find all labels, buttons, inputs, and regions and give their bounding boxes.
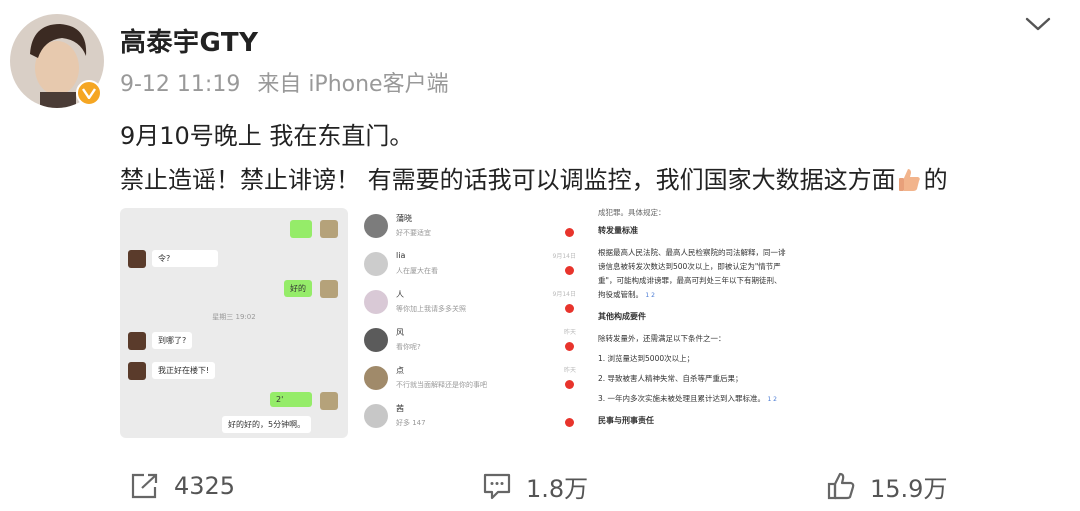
list-time: 昨天 [563, 367, 576, 374]
list-avatar [364, 328, 388, 352]
law-heading: 其他构成要件 [598, 312, 646, 321]
law-text: 拘役或管制。 1 2 [598, 288, 808, 302]
law-list-item: 3. 一年内多次实施未被处理且累计达到入罪标准。 1 2 [598, 392, 808, 406]
list-preview: 等你加上我请多多关照 [396, 305, 466, 313]
unread-dot [565, 304, 574, 313]
law-text: 谤信息被转发次数达到500次以上，即被认定为"情节严 [598, 262, 781, 271]
law-text: 根据最高人民法院、最高人民检察院的司法解释，同一诽 [598, 248, 786, 257]
list-item: 人 等你加上我请多多关照 9月14日 [356, 284, 582, 322]
list-item: lia 人在厦大在看 9月14日 [356, 246, 582, 284]
verified-badge-icon [76, 80, 102, 106]
unread-dot [565, 418, 574, 427]
post-text-tail: 的 [923, 166, 948, 194]
list-time: 9月14日 [552, 291, 576, 298]
list-item: 茜 好多 147 [356, 398, 582, 436]
unread-dot [565, 380, 574, 389]
repost-count: 4325 [174, 472, 236, 500]
list-item: 风 看你呢? 昨天 [356, 322, 582, 360]
chat-avatar-me [320, 220, 338, 238]
law-heading: 民事与刑事责任 [598, 416, 654, 425]
chat-message: 我正好在楼下! [152, 362, 216, 379]
list-avatar [364, 290, 388, 314]
chat-avatar-other [128, 362, 146, 380]
unread-dot [565, 228, 574, 237]
list-preview: 好不要适宜 [396, 229, 431, 237]
post-source: 来自 iPhone客户端 [257, 72, 449, 97]
username[interactable]: 高泰宇GTY [120, 22, 258, 59]
chat-message: 好的 [284, 280, 312, 297]
comment-count: 1.8万 [526, 474, 589, 503]
like-count: 15.9万 [870, 474, 948, 503]
list-avatar [364, 252, 388, 276]
list-name: lia [396, 251, 406, 260]
chat-sticker [290, 220, 312, 238]
list-name: 点 [396, 366, 404, 375]
law-heading: 转发量标准 [598, 226, 638, 235]
action-bar: 4325 1.8万 15.9万 [0, 466, 1080, 506]
post-text-line2: 禁止造谣！禁止诽谤！ 有需要的话我可以调监控，我们国家大数据这方面的 [120, 160, 948, 195]
list-item: 点 不行就当面解释还是你的事吧 昨天 [356, 360, 582, 398]
chat-timestamp: 星期三 19:02 [212, 313, 256, 321]
list-time: 昨天 [563, 329, 576, 336]
unread-dot [565, 342, 574, 351]
list-avatar [364, 214, 388, 238]
list-time: 9月14日 [552, 253, 576, 260]
law-list-item: 2. 导致被害人精神失常、自杀等严重后果； [598, 374, 743, 383]
law-text: 成犯罪。具体规定： [598, 208, 666, 217]
like-button[interactable]: 15.9万 [826, 466, 947, 506]
chat-message: 令? [152, 250, 218, 267]
chevron-down-icon[interactable] [1024, 14, 1052, 34]
list-avatar [364, 366, 388, 390]
image-message-list[interactable]: 蒲晓 好不要适宜 lia 人在厦大在看 9月14日 人 等你加上我请多多关照 9… [356, 208, 582, 438]
thumbs-up-icon [826, 471, 856, 501]
post-text-line1: 9月10号晚上 我在东直门。 [120, 122, 414, 150]
post-meta: 9-12 11:19 来自 iPhone客户端 [120, 66, 449, 98]
law-text: 重"，可能构成诽谤罪，最高可判处三年以下有期徒刑、 [598, 276, 782, 285]
post-text-main: 禁止造谣！禁止诽谤！ 有需要的话我可以调监控，我们国家大数据这方面 [120, 166, 896, 194]
list-name: 茜 [396, 404, 404, 413]
chat-avatar-other [128, 332, 146, 350]
list-item: 蒲晓 好不要适宜 [356, 208, 582, 246]
post-time[interactable]: 9-12 11:19 [120, 72, 240, 97]
repost-button[interactable]: 4325 [130, 466, 235, 506]
law-reference: 1 2 [767, 396, 777, 403]
law-list-text: 3. 一年内多次实施未被处理且累计达到入罪标准。 [598, 394, 766, 403]
image-chat-screenshot[interactable]: 令? 好的 星期三 19:02 到哪了? 我正好在楼下! 2' 好的好的，5分钟… [120, 208, 348, 438]
comment-button[interactable]: 1.8万 [482, 466, 588, 506]
law-text: 除转发量外，还需满足以下条件之一： [598, 334, 726, 343]
chat-message: 2' [270, 392, 312, 407]
list-name: 风 [396, 328, 404, 337]
list-name: 蒲晓 [396, 214, 412, 223]
list-preview: 不行就当面解释还是你的事吧 [396, 381, 487, 389]
image-legal-text[interactable]: 成犯罪。具体规定： 转发量标准 根据最高人民法院、最高人民检察院的司法解释，同一… [590, 208, 816, 438]
chat-avatar-me [320, 392, 338, 410]
law-reference: 1 2 [645, 292, 655, 299]
list-preview: 看你呢? [396, 343, 421, 351]
chat-message: 到哪了? [152, 332, 193, 349]
list-preview: 好多 147 [396, 419, 426, 427]
comment-icon [482, 472, 512, 500]
list-preview: 人在厦大在看 [396, 267, 438, 275]
list-name: 人 [396, 290, 404, 299]
list-avatar [364, 404, 388, 428]
thumbs-up-emoji-icon [898, 166, 922, 192]
unread-dot [565, 266, 574, 275]
chat-avatar-other [128, 250, 146, 268]
law-list-item: 1. 浏览量达到5000次以上； [598, 354, 695, 363]
law-text-end: 拘役或管制。 [598, 290, 643, 299]
chat-avatar-me [320, 280, 338, 298]
repost-icon [130, 472, 160, 500]
chat-message: 好的好的，5分钟啊。 [222, 416, 312, 433]
